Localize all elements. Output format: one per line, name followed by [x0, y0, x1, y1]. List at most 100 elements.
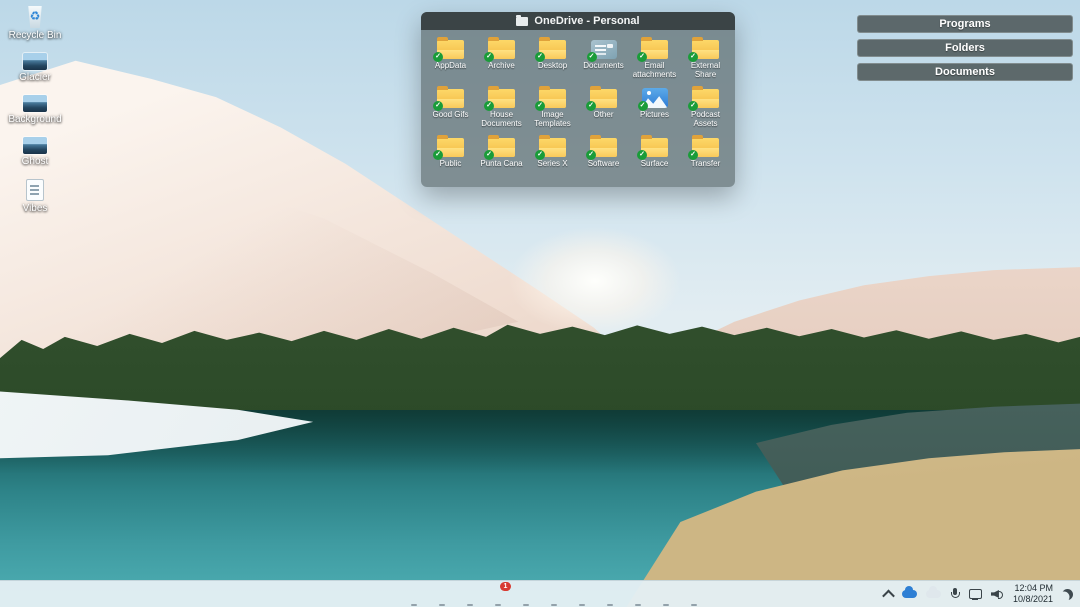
- hidden-icons-chevron-icon[interactable]: [882, 589, 895, 602]
- onedrive-folder-item[interactable]: ✓ Surface: [629, 134, 680, 181]
- folder-item-label: Podcast Assets: [681, 110, 731, 128]
- running-indicator: [607, 604, 613, 606]
- desktop-icon-label: Recycle Bin: [9, 30, 62, 41]
- desktop-icon[interactable]: Vibes: [2, 179, 68, 214]
- folder-item-label: Transfer: [691, 159, 721, 168]
- running-indicator: [495, 604, 501, 606]
- display-icon[interactable]: [969, 588, 982, 600]
- onedrive-folder-item[interactable]: ✓ Desktop: [527, 36, 578, 83]
- running-indicator: [467, 604, 473, 606]
- sync-check-icon: ✓: [484, 101, 494, 111]
- sync-check-icon: ✓: [586, 150, 596, 160]
- onedrive-folder-item[interactable]: ✓ Series X: [527, 134, 578, 181]
- sync-check-icon: ✓: [484, 52, 494, 62]
- running-indicator: [411, 604, 417, 606]
- settings-gear-icon[interactable]: [573, 585, 591, 603]
- sync-check-icon: ✓: [586, 101, 596, 111]
- onedrive-folder-item[interactable]: ✓ Podcast Assets: [680, 85, 731, 132]
- start-icon[interactable]: [377, 585, 395, 603]
- onedrive-cloud-icon[interactable]: [902, 590, 917, 598]
- onedrive-folder-item[interactable]: ✓ Archive: [476, 36, 527, 83]
- file-explorer-icon[interactable]: [405, 585, 423, 603]
- onedrive-folder-item[interactable]: ✓ External Share: [680, 36, 731, 83]
- onedrive-folder-item[interactable]: ✓ Punta Cana: [476, 134, 527, 181]
- desktop-icon[interactable]: Background: [2, 95, 68, 125]
- edge-browser-icon[interactable]: [433, 585, 451, 603]
- running-indicator: [551, 604, 557, 606]
- folder-item-label: Archive: [488, 61, 515, 70]
- sync-check-icon: ✓: [433, 101, 443, 111]
- onedrive-folder-item[interactable]: ✓ AppData: [425, 36, 476, 83]
- outlook-icon[interactable]: [461, 585, 479, 603]
- taskbar-clock[interactable]: 12:04 PM 10/8/2021: [1013, 583, 1053, 606]
- recycle-bin-icon: [25, 4, 45, 28]
- folder-item-label: Documents: [583, 61, 623, 70]
- desktop-icon[interactable]: Recycle Bin: [2, 4, 68, 41]
- photo-file-icon: [23, 95, 47, 112]
- desktop-icon-label: Vibes: [23, 203, 48, 214]
- fence-documents[interactable]: Documents: [857, 63, 1073, 81]
- file-icon: [26, 179, 44, 201]
- folder-item-label: Image Templates: [528, 110, 578, 128]
- running-indicator: [691, 604, 697, 606]
- onedrive-folder-item[interactable]: ✓ Documents: [578, 36, 629, 83]
- notion-icon[interactable]: [545, 585, 563, 603]
- onedrive-folder-item[interactable]: ✓ Good Gifs: [425, 85, 476, 132]
- onedrive-folder-item[interactable]: ✓ Image Templates: [527, 85, 578, 132]
- spotify-icon[interactable]: [601, 585, 619, 603]
- sync-check-icon: ✓: [637, 52, 647, 62]
- fence-programs[interactable]: Programs: [857, 15, 1073, 33]
- folder-item-label: Desktop: [538, 61, 567, 70]
- onedrive-folder-item[interactable]: ✓ Software: [578, 134, 629, 181]
- sync-check-icon: ✓: [637, 150, 647, 160]
- teams-icon[interactable]: 1: [489, 585, 507, 603]
- running-indicator: [635, 604, 641, 606]
- taskbar: 1: [0, 580, 1080, 607]
- running-indicator: [663, 604, 669, 606]
- folder-item-label: Public: [440, 159, 462, 168]
- sync-check-icon: ✓: [638, 101, 648, 111]
- f-app-icon[interactable]: [657, 585, 675, 603]
- sync-check-icon: ✓: [433, 52, 443, 62]
- microphone-icon[interactable]: [950, 588, 960, 601]
- folder-item-label: Punta Cana: [480, 159, 522, 168]
- onedrive-folder-item[interactable]: ✓ Other: [578, 85, 629, 132]
- speaker-icon[interactable]: [991, 589, 1004, 600]
- folder-item-label: Pictures: [640, 110, 669, 119]
- onedrive-folder-item[interactable]: ✓ House Documents: [476, 85, 527, 132]
- onedrive-folder-item[interactable]: ✓ Email attachments: [629, 36, 680, 83]
- sync-check-icon: ✓: [587, 52, 597, 62]
- wallpaper-sun-glow: [475, 206, 715, 356]
- colorful-app-icon[interactable]: [629, 585, 647, 603]
- sync-check-icon: ✓: [688, 150, 698, 160]
- fence-title-bar[interactable]: OneDrive - Personal: [421, 12, 735, 30]
- desktop-icon-list: Recycle Bin Glacier Background Ghost Vib…: [2, 4, 68, 214]
- folder-item-label: AppData: [435, 61, 466, 70]
- sync-check-icon: ✓: [484, 150, 494, 160]
- desktop-icon-label: Glacier: [19, 72, 51, 83]
- photo-file-icon: [23, 53, 47, 70]
- sync-check-icon: ✓: [535, 150, 545, 160]
- folder-item-label: Software: [588, 159, 620, 168]
- blue-squares-app-icon[interactable]: [685, 585, 703, 603]
- fence-title: OneDrive - Personal: [534, 15, 639, 27]
- desktop-icon[interactable]: Glacier: [2, 53, 68, 83]
- onedrive-folder-item[interactable]: ✓ Pictures: [629, 85, 680, 132]
- fence-folders[interactable]: Folders: [857, 39, 1073, 57]
- onedrive-items-grid: ✓ AppData ✓ Archive ✓: [421, 30, 735, 185]
- sync-check-icon: ✓: [688, 101, 698, 111]
- rolled-fence-list: Programs Folders Documents: [857, 15, 1073, 81]
- system-tray: 12:04 PM 10/8/2021: [884, 581, 1073, 607]
- cloud-icon[interactable]: [926, 590, 941, 598]
- folder-item-label: Series X: [537, 159, 567, 168]
- focus-assist-moon-icon[interactable]: [1062, 589, 1073, 600]
- onedrive-folder-item[interactable]: ✓ Transfer: [680, 134, 731, 181]
- desktop-icon[interactable]: Ghost: [2, 137, 68, 167]
- running-indicator: [523, 604, 529, 606]
- onedrive-folder-item[interactable]: ✓ Public: [425, 134, 476, 181]
- dark-app-icon[interactable]: [517, 585, 535, 603]
- clock-date: 10/8/2021: [1013, 594, 1053, 605]
- folder-item-label: External Share: [681, 61, 731, 79]
- photo-file-icon: [23, 137, 47, 154]
- onedrive-fence-panel: OneDrive - Personal ✓ AppData ✓: [421, 12, 735, 187]
